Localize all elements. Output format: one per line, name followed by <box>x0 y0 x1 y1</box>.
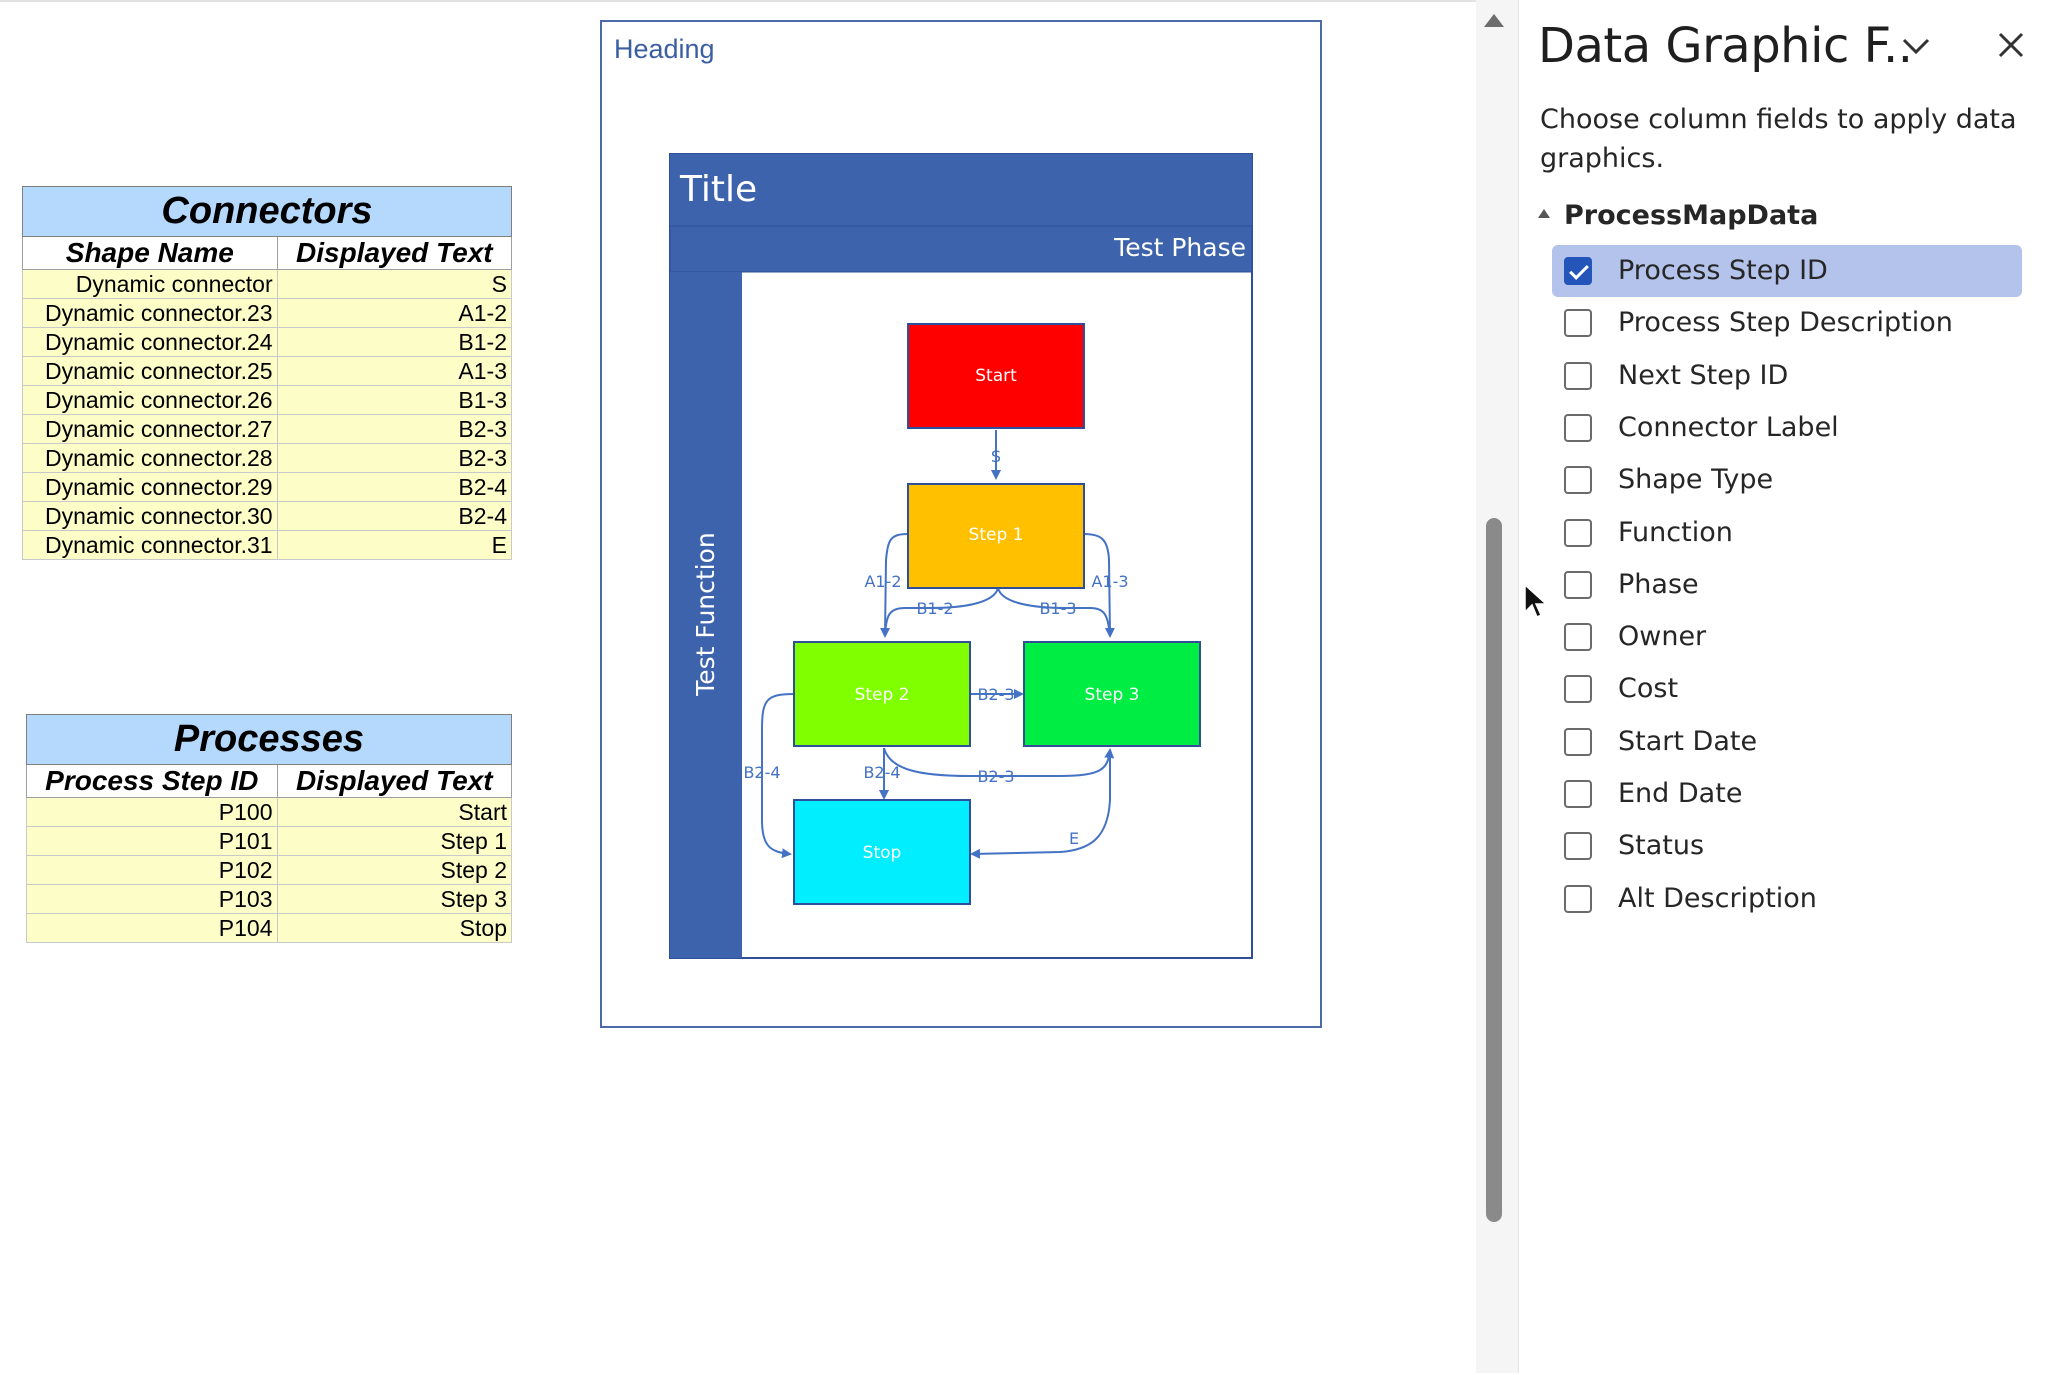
field-item[interactable]: Alt Description <box>1552 873 2022 925</box>
field-checkbox[interactable] <box>1564 466 1592 495</box>
shape-step-1-label: Step 1 <box>969 525 1024 545</box>
field-item[interactable]: Process Step ID <box>1552 245 2022 297</box>
function-label: Test Function <box>691 532 720 697</box>
mouse-cursor-icon <box>1524 584 1548 619</box>
shape-step-3-label: Step 3 <box>1085 685 1140 705</box>
field-item[interactable]: Function <box>1552 507 2022 559</box>
field-item[interactable]: Owner <box>1552 611 2022 663</box>
field-label: Start Date <box>1618 725 1758 757</box>
connector-label-a1-2: A1-2 <box>864 572 901 591</box>
field-label: Process Step Description <box>1618 307 1953 339</box>
connector-label-b2-4-b: B2-4 <box>863 763 900 782</box>
field-label: Process Step ID <box>1618 255 1828 286</box>
field-checkbox[interactable] <box>1564 257 1592 285</box>
diagram-title: Title <box>679 169 757 210</box>
field-label: Owner <box>1618 621 1707 653</box>
connector-label-b1-2: B1-2 <box>916 599 953 618</box>
close-icon[interactable] <box>1992 26 2030 64</box>
connector-label-b1-3: B1-3 <box>1039 599 1076 618</box>
field-item[interactable]: Start Date <box>1552 716 2022 768</box>
chevron-down-icon[interactable] <box>1898 28 1934 64</box>
field-group-header[interactable]: ProcessMapData <box>1538 200 1818 231</box>
connector-label-b2-3-a: B2-3 <box>977 685 1014 704</box>
collapse-triangle-icon[interactable] <box>1538 209 1550 218</box>
field-checkbox[interactable] <box>1564 884 1592 913</box>
title-bar[interactable] <box>670 154 1252 226</box>
field-label: Alt Description <box>1618 882 1817 914</box>
field-label: End Date <box>1618 778 1743 809</box>
shape-step-2-label: Step 2 <box>855 685 910 705</box>
connector-label-b2-4-a: B2-4 <box>743 763 780 782</box>
scrollbar-thumb[interactable] <box>1486 518 1502 1222</box>
phase-label: Test Phase <box>1113 233 1246 262</box>
connector-label-s: S <box>991 447 1001 466</box>
field-checkbox[interactable] <box>1564 518 1592 547</box>
field-label: Connector Label <box>1618 411 1839 443</box>
field-checkbox[interactable] <box>1564 570 1592 599</box>
field-checkbox[interactable] <box>1564 675 1592 704</box>
field-label: Status <box>1618 830 1705 862</box>
field-label: Shape Type <box>1618 464 1774 496</box>
field-item[interactable]: Next Step ID <box>1552 350 2022 402</box>
field-item[interactable]: Cost <box>1552 663 2022 715</box>
connector-label-e: E <box>1069 829 1079 848</box>
panel-description: Choose column fields to apply data graph… <box>1540 104 2017 174</box>
field-checkbox[interactable] <box>1564 623 1592 652</box>
scroll-up-icon[interactable] <box>1484 14 1504 27</box>
field-item[interactable]: Phase <box>1552 559 2022 611</box>
shape-start-label: Start <box>975 366 1017 386</box>
field-item[interactable]: Process Step Description <box>1552 297 2022 349</box>
field-item[interactable]: End Date <box>1552 768 2022 820</box>
shape-stop-label: Stop <box>863 843 902 863</box>
field-label: Phase <box>1618 568 1699 600</box>
field-checkbox[interactable] <box>1564 361 1592 390</box>
panel-title: Data Graphic F.. <box>1538 18 1913 74</box>
field-checkbox[interactable] <box>1564 780 1592 808</box>
field-checkbox[interactable] <box>1564 727 1592 756</box>
field-checkbox[interactable] <box>1564 832 1592 861</box>
process-diagram: Title Test Phase Test Function Start Ste… <box>669 153 1253 959</box>
connector-label-b2-3-b: B2-3 <box>977 767 1014 786</box>
field-item[interactable]: Status <box>1552 820 2022 872</box>
field-item[interactable]: Shape Type <box>1552 454 2022 506</box>
field-checkbox[interactable] <box>1564 309 1592 338</box>
field-checkbox[interactable] <box>1564 413 1592 442</box>
field-label: Function <box>1618 516 1733 548</box>
field-group-label: ProcessMapData <box>1564 200 1819 231</box>
field-label: Cost <box>1618 673 1679 705</box>
field-item[interactable]: Connector Label <box>1552 402 2022 454</box>
connector-label-a1-3: A1-3 <box>1091 572 1128 591</box>
field-label: Next Step ID <box>1618 359 1789 391</box>
